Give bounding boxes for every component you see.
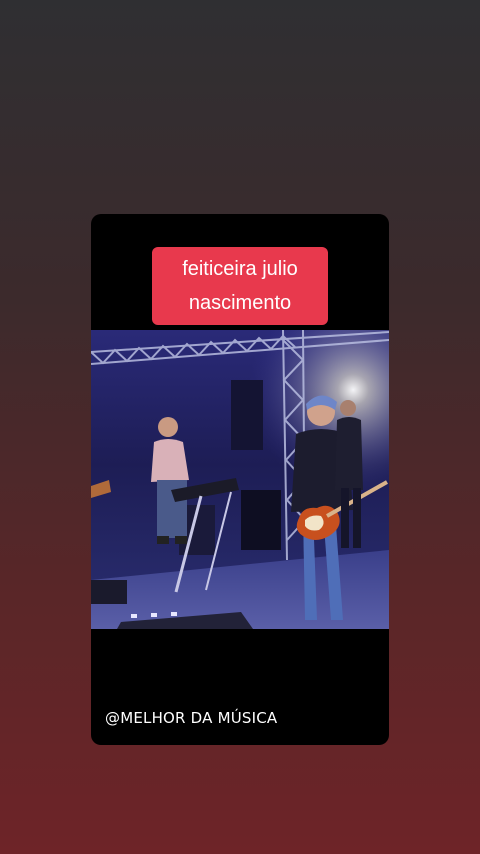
- caption-sticker: feiticeira julio nascimento: [152, 247, 328, 325]
- story-card: feiticeira julio nascimento @MELHOR DA M…: [91, 214, 389, 745]
- concert-scene-image: [91, 330, 389, 629]
- caption-line-1: feiticeira julio: [182, 258, 298, 280]
- caption-line-2: nascimento: [188, 292, 292, 314]
- watermark-text: @MELHOR DA MÚSICA: [105, 709, 278, 727]
- concert-video[interactable]: [91, 330, 389, 629]
